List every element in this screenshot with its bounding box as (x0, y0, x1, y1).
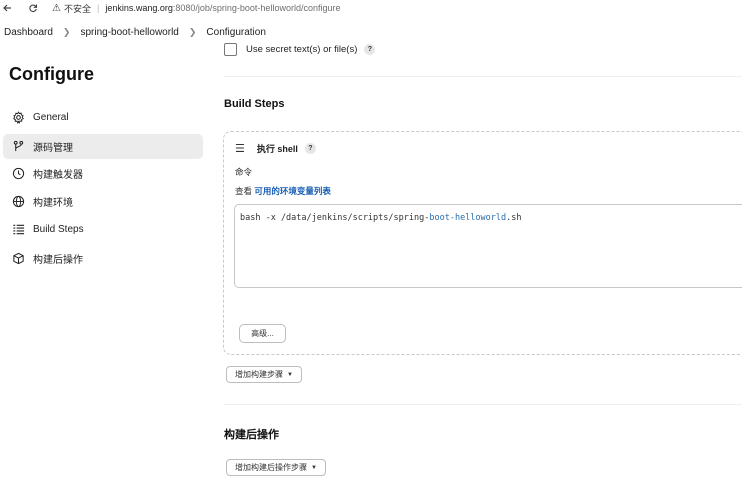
reload-icon[interactable] (26, 1, 40, 15)
secret-checkbox[interactable] (224, 43, 237, 56)
sidebar-item-label: General (33, 112, 69, 123)
sidebar-item-build-steps[interactable]: Build Steps (3, 217, 203, 242)
url-divider: | (96, 3, 100, 13)
security-warning[interactable]: ⚠ 不安全 (52, 2, 91, 15)
add-build-step-label: 增加构建步骤 (235, 370, 283, 379)
sidebar-item-post-build-actions[interactable]: 构建后操作 (3, 246, 203, 271)
branch-icon (11, 140, 25, 154)
shell-step-header: ☰ 执行 shell ? (235, 142, 316, 155)
back-icon[interactable] (0, 1, 14, 15)
command-text-highlight: boot-helloworld (429, 213, 507, 223)
globe-icon (11, 195, 25, 209)
sidebar-item-label: Build Steps (33, 224, 84, 235)
secret-checkbox-label: Use secret text(s) or file(s) (246, 44, 358, 55)
gear-icon (11, 111, 25, 125)
divider (224, 404, 742, 405)
add-build-step-button[interactable]: 增加构建步骤 ▼ (226, 366, 302, 383)
advanced-button[interactable]: 高级... (239, 324, 286, 343)
add-post-build-step-button[interactable]: 增加构建后操作步骤 ▼ (226, 459, 326, 476)
sidebar-item-label: 构建触发器 (33, 170, 83, 181)
sidebar-item-label: 源码管理 (33, 143, 73, 154)
add-post-build-step-label: 增加构建后操作步骤 (235, 463, 307, 472)
build-steps-heading: Build Steps (224, 98, 285, 110)
clock-icon (11, 167, 25, 181)
env-vars-link[interactable]: 可用的环境变量列表 (254, 186, 331, 196)
security-label: 不安全 (63, 3, 91, 14)
help-icon[interactable]: ? (364, 44, 376, 55)
breadcrumb-job[interactable]: spring-boot-helloworld (78, 27, 180, 38)
command-textarea[interactable]: bash -x /data/jenkins/scripts/spring-boo… (234, 204, 742, 288)
page-title: Configure (9, 64, 94, 84)
sidebar-item-build-environment[interactable]: 构建环境 (3, 189, 203, 214)
breadcrumb-dashboard[interactable]: Dashboard (2, 27, 55, 38)
shell-step-title: 执行 shell (256, 144, 298, 154)
caret-down-icon: ▼ (287, 371, 293, 378)
chevron-right-icon: ❯ (62, 26, 71, 37)
caret-down-icon: ▼ (311, 464, 317, 471)
env-vars-line: 查看 可用的环境变量列表 (235, 185, 331, 197)
sidebar-item-build-triggers[interactable]: 构建触发器 (3, 161, 203, 186)
command-text-start: bash -x /data/jenkins/scripts/spring- (240, 213, 430, 223)
divider (224, 76, 742, 77)
package-icon (11, 252, 25, 266)
url-host: jenkins.wang.org (105, 3, 173, 13)
sidebar-item-label: 构建后操作 (33, 255, 83, 266)
secret-checkbox-row: Use secret text(s) or file(s) ? (224, 43, 376, 56)
shell-step-panel: ☰ 执行 shell ? 命令 查看 可用的环境变量列表 bash -x /da… (223, 131, 742, 355)
sidebar-item-general[interactable]: General (3, 105, 203, 130)
command-label: 命令 (235, 167, 253, 177)
sidebar-item-label: 构建环境 (33, 198, 73, 209)
warning-icon: ⚠ (52, 2, 61, 14)
env-vars-prefix: 查看 (235, 186, 255, 196)
command-text-end: .sh (506, 213, 522, 223)
help-icon[interactable]: ? (304, 143, 316, 154)
command-text: bash -x /data/jenkins/scripts/spring-boo… (240, 213, 521, 223)
sidebar-item-source-management[interactable]: 源码管理 (3, 134, 203, 159)
chevron-right-icon: ❯ (188, 26, 197, 37)
drag-handle-icon[interactable]: ☰ (235, 142, 245, 155)
post-build-heading: 构建后操作 (224, 429, 279, 441)
list-icon (11, 223, 25, 237)
main-content: Use secret text(s) or file(s) ? Build St… (210, 0, 742, 486)
